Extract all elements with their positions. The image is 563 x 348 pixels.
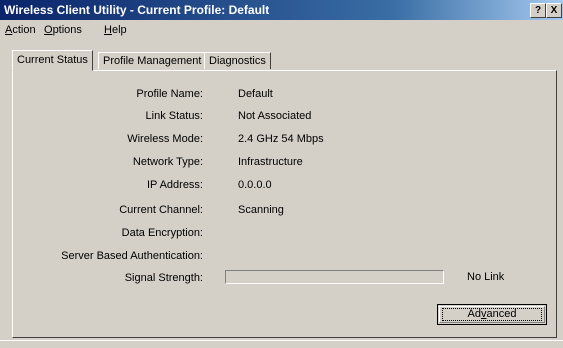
window-title: Wireless Client Utility - Current Profil…: [4, 3, 270, 17]
menu-action[interactable]: Action: [5, 20, 36, 40]
tab-profile-management[interactable]: Profile Management: [98, 52, 207, 69]
current-channel-value: Scanning: [238, 204, 284, 216]
server-auth-label: Server Based Authentication:: [61, 250, 203, 262]
network-type-value: Infrastructure: [238, 156, 303, 168]
current-channel-label: Current Channel:: [119, 204, 203, 216]
data-encryption-label: Data Encryption:: [121, 227, 203, 239]
network-type-label: Network Type:: [132, 156, 203, 168]
profile-name-value: Default: [238, 88, 273, 100]
advanced-button-label: Advanced: [467, 308, 517, 320]
link-status-value: Not Associated: [238, 110, 312, 122]
status-panel: Profile Name: Default Link Status: Not A…: [12, 70, 557, 338]
tab-diagnostics[interactable]: Diagnostics: [204, 52, 271, 69]
signal-strength-text: No Link: [467, 271, 505, 283]
signal-strength-bar: [225, 270, 444, 284]
wireless-mode-label: Wireless Mode:: [127, 133, 203, 145]
ip-address-value: 0.0.0.0: [238, 179, 272, 191]
help-button[interactable]: ?: [530, 3, 546, 18]
wireless-mode-value: 2.4 GHz 54 Mbps: [238, 133, 324, 145]
profile-name-label: Profile Name:: [136, 88, 203, 100]
tab-current-status[interactable]: Current Status: [12, 50, 93, 71]
menu-help[interactable]: Help: [104, 20, 127, 40]
close-button[interactable]: X: [546, 3, 562, 18]
app-window: Wireless Client Utility - Current Profil…: [0, 0, 563, 348]
ip-address-label: IP Address:: [146, 179, 203, 191]
title-bar[interactable]: Wireless Client Utility - Current Profil…: [0, 0, 563, 20]
signal-strength-label: Signal Strength:: [124, 272, 203, 284]
link-status-label: Link Status:: [145, 110, 203, 122]
menu-bar: Action Options Help: [0, 20, 563, 40]
advanced-button[interactable]: Advanced: [437, 304, 547, 325]
menu-options[interactable]: Options: [44, 20, 82, 40]
